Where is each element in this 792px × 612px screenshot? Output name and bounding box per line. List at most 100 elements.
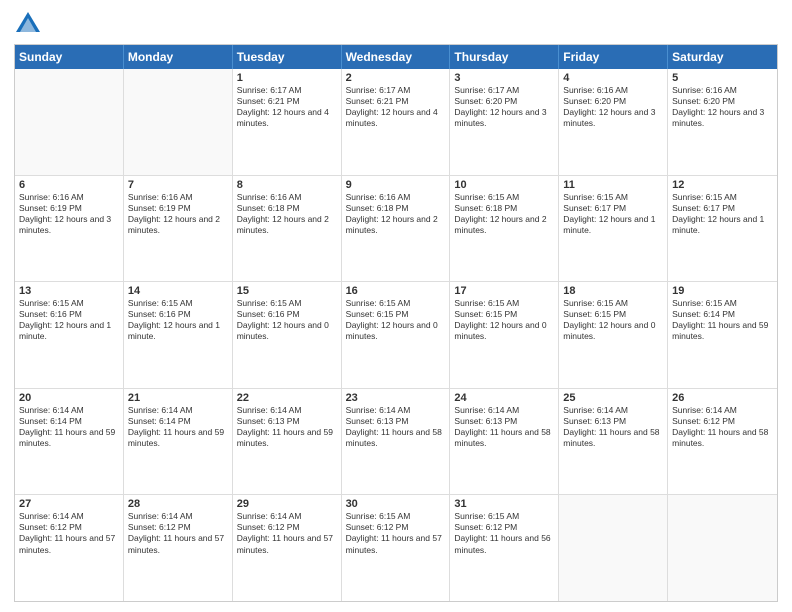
cell-detail: Sunrise: 6:15 AM Sunset: 6:16 PM Dayligh… xyxy=(19,298,119,342)
cell-detail: Sunrise: 6:14 AM Sunset: 6:14 PM Dayligh… xyxy=(128,405,228,449)
day-cell-26: 26Sunrise: 6:14 AM Sunset: 6:12 PM Dayli… xyxy=(668,389,777,495)
cell-detail: Sunrise: 6:15 AM Sunset: 6:12 PM Dayligh… xyxy=(454,511,554,555)
cell-detail: Sunrise: 6:17 AM Sunset: 6:21 PM Dayligh… xyxy=(346,85,446,129)
day-cell-7: 7Sunrise: 6:16 AM Sunset: 6:19 PM Daylig… xyxy=(124,176,233,282)
calendar-body: 1Sunrise: 6:17 AM Sunset: 6:21 PM Daylig… xyxy=(15,69,777,601)
cell-detail: Sunrise: 6:15 AM Sunset: 6:17 PM Dayligh… xyxy=(563,192,663,236)
header-day-monday: Monday xyxy=(124,45,233,69)
day-number: 21 xyxy=(128,392,228,404)
cell-detail: Sunrise: 6:16 AM Sunset: 6:19 PM Dayligh… xyxy=(128,192,228,236)
day-number: 5 xyxy=(672,72,773,84)
day-cell-10: 10Sunrise: 6:15 AM Sunset: 6:18 PM Dayli… xyxy=(450,176,559,282)
day-cell-13: 13Sunrise: 6:15 AM Sunset: 6:16 PM Dayli… xyxy=(15,282,124,388)
day-number: 22 xyxy=(237,392,337,404)
day-number: 31 xyxy=(454,498,554,510)
day-number: 28 xyxy=(128,498,228,510)
day-number: 17 xyxy=(454,285,554,297)
cell-detail: Sunrise: 6:15 AM Sunset: 6:14 PM Dayligh… xyxy=(672,298,773,342)
calendar-week-2: 6Sunrise: 6:16 AM Sunset: 6:19 PM Daylig… xyxy=(15,176,777,283)
cell-detail: Sunrise: 6:15 AM Sunset: 6:15 PM Dayligh… xyxy=(454,298,554,342)
cell-detail: Sunrise: 6:15 AM Sunset: 6:17 PM Dayligh… xyxy=(672,192,773,236)
cell-detail: Sunrise: 6:14 AM Sunset: 6:13 PM Dayligh… xyxy=(563,405,663,449)
cell-detail: Sunrise: 6:15 AM Sunset: 6:16 PM Dayligh… xyxy=(128,298,228,342)
day-cell-2: 2Sunrise: 6:17 AM Sunset: 6:21 PM Daylig… xyxy=(342,69,451,175)
header-day-thursday: Thursday xyxy=(450,45,559,69)
cell-detail: Sunrise: 6:15 AM Sunset: 6:15 PM Dayligh… xyxy=(346,298,446,342)
day-number: 24 xyxy=(454,392,554,404)
day-cell-14: 14Sunrise: 6:15 AM Sunset: 6:16 PM Dayli… xyxy=(124,282,233,388)
day-cell-15: 15Sunrise: 6:15 AM Sunset: 6:16 PM Dayli… xyxy=(233,282,342,388)
day-number: 23 xyxy=(346,392,446,404)
day-number: 20 xyxy=(19,392,119,404)
day-number: 18 xyxy=(563,285,663,297)
day-number: 19 xyxy=(672,285,773,297)
cell-detail: Sunrise: 6:14 AM Sunset: 6:12 PM Dayligh… xyxy=(237,511,337,555)
day-number: 11 xyxy=(563,179,663,191)
day-cell-11: 11Sunrise: 6:15 AM Sunset: 6:17 PM Dayli… xyxy=(559,176,668,282)
cell-detail: Sunrise: 6:15 AM Sunset: 6:12 PM Dayligh… xyxy=(346,511,446,555)
day-number: 30 xyxy=(346,498,446,510)
header-day-wednesday: Wednesday xyxy=(342,45,451,69)
header-day-friday: Friday xyxy=(559,45,668,69)
header xyxy=(14,10,778,38)
calendar: SundayMondayTuesdayWednesdayThursdayFrid… xyxy=(14,44,778,602)
cell-detail: Sunrise: 6:16 AM Sunset: 6:19 PM Dayligh… xyxy=(19,192,119,236)
day-cell-5: 5Sunrise: 6:16 AM Sunset: 6:20 PM Daylig… xyxy=(668,69,777,175)
day-cell-27: 27Sunrise: 6:14 AM Sunset: 6:12 PM Dayli… xyxy=(15,495,124,601)
day-cell-31: 31Sunrise: 6:15 AM Sunset: 6:12 PM Dayli… xyxy=(450,495,559,601)
header-day-saturday: Saturday xyxy=(668,45,777,69)
day-number: 13 xyxy=(19,285,119,297)
day-number: 14 xyxy=(128,285,228,297)
empty-cell xyxy=(668,495,777,601)
calendar-week-5: 27Sunrise: 6:14 AM Sunset: 6:12 PM Dayli… xyxy=(15,495,777,601)
header-day-tuesday: Tuesday xyxy=(233,45,342,69)
day-number: 15 xyxy=(237,285,337,297)
calendar-week-1: 1Sunrise: 6:17 AM Sunset: 6:21 PM Daylig… xyxy=(15,69,777,176)
day-cell-9: 9Sunrise: 6:16 AM Sunset: 6:18 PM Daylig… xyxy=(342,176,451,282)
cell-detail: Sunrise: 6:16 AM Sunset: 6:20 PM Dayligh… xyxy=(563,85,663,129)
cell-detail: Sunrise: 6:16 AM Sunset: 6:18 PM Dayligh… xyxy=(346,192,446,236)
logo-icon xyxy=(14,10,42,38)
calendar-week-4: 20Sunrise: 6:14 AM Sunset: 6:14 PM Dayli… xyxy=(15,389,777,496)
cell-detail: Sunrise: 6:14 AM Sunset: 6:12 PM Dayligh… xyxy=(19,511,119,555)
day-number: 1 xyxy=(237,72,337,84)
day-cell-16: 16Sunrise: 6:15 AM Sunset: 6:15 PM Dayli… xyxy=(342,282,451,388)
day-number: 2 xyxy=(346,72,446,84)
day-number: 25 xyxy=(563,392,663,404)
day-cell-29: 29Sunrise: 6:14 AM Sunset: 6:12 PM Dayli… xyxy=(233,495,342,601)
day-cell-24: 24Sunrise: 6:14 AM Sunset: 6:13 PM Dayli… xyxy=(450,389,559,495)
calendar-header: SundayMondayTuesdayWednesdayThursdayFrid… xyxy=(15,45,777,69)
cell-detail: Sunrise: 6:14 AM Sunset: 6:13 PM Dayligh… xyxy=(454,405,554,449)
cell-detail: Sunrise: 6:14 AM Sunset: 6:14 PM Dayligh… xyxy=(19,405,119,449)
day-cell-4: 4Sunrise: 6:16 AM Sunset: 6:20 PM Daylig… xyxy=(559,69,668,175)
day-number: 8 xyxy=(237,179,337,191)
day-number: 16 xyxy=(346,285,446,297)
cell-detail: Sunrise: 6:17 AM Sunset: 6:20 PM Dayligh… xyxy=(454,85,554,129)
day-cell-25: 25Sunrise: 6:14 AM Sunset: 6:13 PM Dayli… xyxy=(559,389,668,495)
cell-detail: Sunrise: 6:14 AM Sunset: 6:13 PM Dayligh… xyxy=(237,405,337,449)
day-number: 6 xyxy=(19,179,119,191)
day-cell-23: 23Sunrise: 6:14 AM Sunset: 6:13 PM Dayli… xyxy=(342,389,451,495)
header-day-sunday: Sunday xyxy=(15,45,124,69)
day-cell-18: 18Sunrise: 6:15 AM Sunset: 6:15 PM Dayli… xyxy=(559,282,668,388)
cell-detail: Sunrise: 6:17 AM Sunset: 6:21 PM Dayligh… xyxy=(237,85,337,129)
day-cell-22: 22Sunrise: 6:14 AM Sunset: 6:13 PM Dayli… xyxy=(233,389,342,495)
day-cell-8: 8Sunrise: 6:16 AM Sunset: 6:18 PM Daylig… xyxy=(233,176,342,282)
cell-detail: Sunrise: 6:15 AM Sunset: 6:16 PM Dayligh… xyxy=(237,298,337,342)
day-number: 7 xyxy=(128,179,228,191)
day-number: 26 xyxy=(672,392,773,404)
day-cell-21: 21Sunrise: 6:14 AM Sunset: 6:14 PM Dayli… xyxy=(124,389,233,495)
cell-detail: Sunrise: 6:14 AM Sunset: 6:12 PM Dayligh… xyxy=(128,511,228,555)
page: SundayMondayTuesdayWednesdayThursdayFrid… xyxy=(0,0,792,612)
day-cell-12: 12Sunrise: 6:15 AM Sunset: 6:17 PM Dayli… xyxy=(668,176,777,282)
day-cell-20: 20Sunrise: 6:14 AM Sunset: 6:14 PM Dayli… xyxy=(15,389,124,495)
cell-detail: Sunrise: 6:16 AM Sunset: 6:18 PM Dayligh… xyxy=(237,192,337,236)
empty-cell xyxy=(559,495,668,601)
cell-detail: Sunrise: 6:15 AM Sunset: 6:15 PM Dayligh… xyxy=(563,298,663,342)
empty-cell xyxy=(15,69,124,175)
cell-detail: Sunrise: 6:14 AM Sunset: 6:12 PM Dayligh… xyxy=(672,405,773,449)
cell-detail: Sunrise: 6:14 AM Sunset: 6:13 PM Dayligh… xyxy=(346,405,446,449)
day-cell-19: 19Sunrise: 6:15 AM Sunset: 6:14 PM Dayli… xyxy=(668,282,777,388)
empty-cell xyxy=(124,69,233,175)
day-cell-6: 6Sunrise: 6:16 AM Sunset: 6:19 PM Daylig… xyxy=(15,176,124,282)
